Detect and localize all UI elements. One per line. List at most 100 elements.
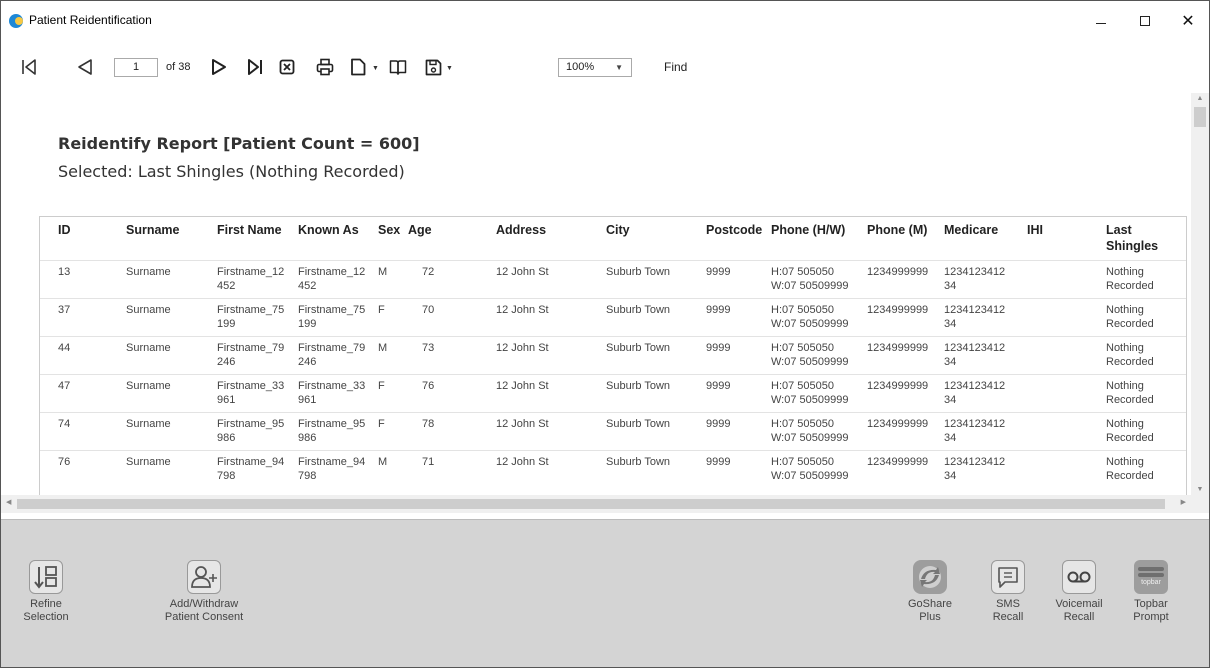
voicemail-recall-label: Voicemail Recall (1055, 598, 1103, 623)
horizontal-scroll-thumb[interactable] (17, 499, 1165, 509)
maximize-button[interactable] (1131, 7, 1159, 35)
scroll-down-icon[interactable]: ▼ (1191, 486, 1209, 493)
cell-city: Suburb Town (606, 456, 671, 468)
prev-page-icon[interactable] (73, 53, 97, 81)
cell-city: Suburb Town (606, 266, 671, 278)
table-row[interactable]: 74 Surname Firstname_95 986 Firstname_95 98… (40, 412, 1186, 450)
cell-postcode: 9999 (706, 380, 731, 392)
report-subtitle: Selected: Last Shingles (Nothing Recorde… (58, 162, 405, 181)
cell-surname: Surname (126, 342, 171, 354)
page-number-input[interactable]: 1 (114, 58, 158, 77)
cell-age: 71 (422, 456, 435, 468)
next-page-icon[interactable] (207, 53, 231, 81)
cell-known-as: Firstname_79 246 (298, 342, 366, 368)
stop-icon[interactable] (275, 53, 299, 81)
window-title: Patient Reidentification (29, 13, 152, 27)
book-icon[interactable] (387, 53, 409, 81)
cell-surname: Surname (126, 304, 171, 316)
first-page-icon[interactable] (17, 53, 41, 81)
cell-id: 44 (58, 342, 71, 354)
cell-medicare: 1234123412 34 (944, 380, 1006, 406)
scroll-right-icon[interactable]: ▶ (1181, 498, 1186, 506)
cell-medicare: 1234123412 34 (944, 456, 1006, 482)
table-row[interactable]: 47 Surname Firstname_33 961 Firstname_33 96… (40, 374, 1186, 412)
cell-id: 76 (58, 456, 71, 468)
cell-surname: Surname (126, 456, 171, 468)
cell-city: Suburb Town (606, 304, 671, 316)
cell-age: 70 (422, 304, 435, 316)
report-title: Reidentify Report [Patient Count = 600] (58, 134, 420, 153)
last-page-icon[interactable] (243, 53, 267, 81)
scroll-left-icon[interactable]: ◀ (6, 498, 11, 506)
message-icon (991, 560, 1025, 594)
cell-phone-m: 1234999999 (867, 342, 929, 354)
cell-known-as: Firstname_12 452 (298, 266, 366, 292)
vertical-scrollbar[interactable]: ▲ ▼ (1191, 93, 1209, 495)
save-dropdown-icon[interactable]: ▼ (446, 65, 453, 72)
cell-medicare: 1234123412 34 (944, 304, 1006, 330)
goshare-plus-button[interactable]: GoShare Plus (901, 560, 959, 624)
cell-id: 47 (58, 380, 71, 392)
cell-known-as: Firstname_33 961 (298, 380, 366, 406)
horizontal-scrollbar[interactable]: ◀ ▶ (1, 495, 1191, 513)
cell-phone-m: 1234999999 (867, 456, 929, 468)
table-row[interactable]: 44 Surname Firstname_79 246 Firstname_79 24… (40, 336, 1186, 374)
table-row[interactable]: 37 Surname Firstname_75 199 Firstname_75 19… (40, 298, 1186, 336)
topbar-prompt-label: Topbar Prompt (1133, 598, 1169, 623)
table-row[interactable]: 13 Surname Firstname_12 452 Firstname_12 45… (40, 260, 1186, 298)
cell-phone-hw: H:07 505050 W:07 50509999 (771, 266, 849, 292)
page-setup-icon[interactable] (347, 53, 369, 81)
cell-age: 72 (422, 266, 435, 278)
cell-postcode: 9999 (706, 266, 731, 278)
scroll-corner (1191, 495, 1209, 513)
cell-surname: Surname (126, 266, 171, 278)
cell-surname: Surname (126, 418, 171, 430)
cell-address: 12 John St (496, 342, 549, 354)
cell-phone-hw: H:07 505050 W:07 50509999 (771, 418, 849, 444)
scroll-up-icon[interactable]: ▲ (1191, 95, 1209, 102)
report-viewport: Reidentify Report [Patient Count = 600] … (1, 93, 1209, 505)
cell-phone-hw: H:07 505050 W:07 50509999 (771, 380, 849, 406)
cell-address: 12 John St (496, 380, 549, 392)
cell-medicare: 1234123412 34 (944, 266, 1006, 292)
cell-age: 73 (422, 342, 435, 354)
cell-first-name: Firstname_33 961 (217, 380, 285, 406)
cell-postcode: 9999 (706, 456, 731, 468)
cell-id: 37 (58, 304, 71, 316)
title-bar: Patient Reidentification ✕ (1, 1, 1209, 41)
cell-last-shingles: Nothing Recorded (1106, 418, 1154, 444)
print-icon[interactable] (313, 53, 337, 81)
cell-address: 12 John St (496, 304, 549, 316)
voicemail-recall-button[interactable]: Voicemail Recall (1051, 560, 1107, 624)
cell-first-name: Firstname_95 986 (217, 418, 285, 444)
minimize-button[interactable] (1087, 7, 1115, 35)
cell-last-shingles: Nothing Recorded (1106, 380, 1154, 406)
refine-selection-button[interactable]: Refine Selection (15, 560, 77, 624)
topbar-prompt-button[interactable]: topbar Topbar Prompt (1123, 560, 1179, 624)
close-button[interactable]: ✕ (1174, 7, 1202, 35)
cell-first-name: Firstname_79 246 (217, 342, 285, 368)
app-window: Patient Reidentification ✕ 1 of 38 ▼ ▼ 1… (0, 0, 1210, 668)
save-icon[interactable] (422, 53, 444, 81)
page-setup-dropdown-icon[interactable]: ▼ (372, 65, 379, 72)
zoom-value: 100% (566, 61, 595, 73)
cell-known-as: Firstname_95 986 (298, 418, 366, 444)
zoom-select[interactable]: 100% ▼ (558, 58, 632, 77)
cell-surname: Surname (126, 380, 171, 392)
col-header-city: City (606, 223, 630, 237)
cell-address: 12 John St (496, 266, 549, 278)
cell-last-shingles: Nothing Recorded (1106, 342, 1154, 368)
find-button[interactable]: Find (664, 60, 687, 74)
col-header-age: Age (408, 223, 432, 237)
sms-recall-button[interactable]: SMS Recall (983, 560, 1033, 624)
cell-sex: M (378, 342, 388, 354)
table-row[interactable]: 76 Surname Firstname_94 798 Firstname_94 79… (40, 450, 1186, 488)
cell-last-shingles: Nothing Recorded (1106, 456, 1154, 482)
vertical-scroll-thumb[interactable] (1194, 107, 1206, 127)
topbar-logo-text: topbar (1141, 579, 1161, 586)
cell-age: 78 (422, 418, 435, 430)
col-header-first-name: First Name (217, 223, 282, 237)
add-withdraw-consent-button[interactable]: Add/Withdraw Patient Consent (159, 560, 249, 624)
cell-known-as: Firstname_75 199 (298, 304, 366, 330)
cell-phone-hw: H:07 505050 W:07 50509999 (771, 342, 849, 368)
